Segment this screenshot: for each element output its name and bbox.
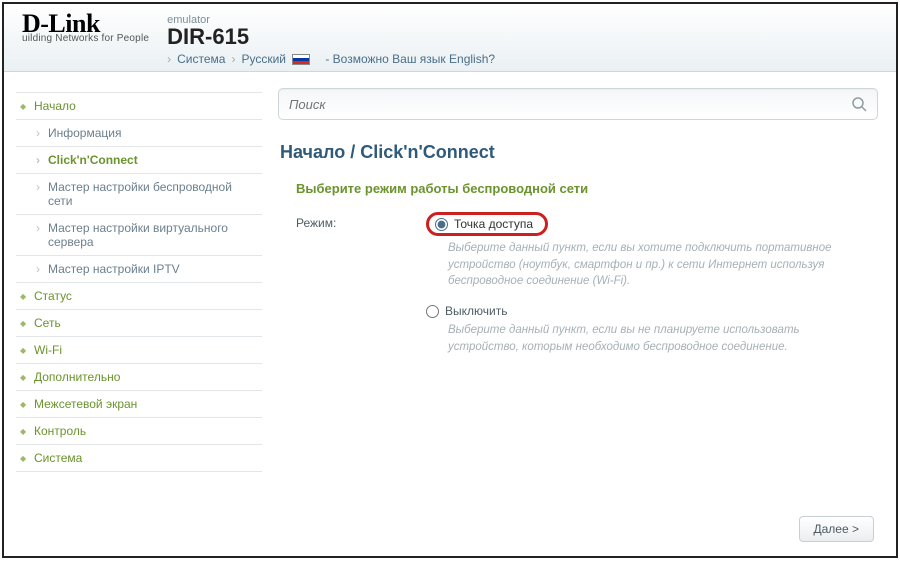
nav-menu: Начало Информация Click'n'Connect Мастер…: [16, 92, 262, 472]
sidebar-item-firewall[interactable]: Межсетевой экран: [16, 391, 262, 418]
radio-access-point[interactable]: [435, 218, 448, 231]
chevron-icon: ›: [231, 52, 235, 66]
sidebar-item-status[interactable]: Статус: [16, 283, 262, 310]
option-description: Выберите данный пункт, если вы хотите по…: [448, 240, 858, 290]
sidebar-item-vserver-wizard[interactable]: Мастер настройки виртуального сервера: [16, 215, 262, 256]
next-button[interactable]: Далее >: [799, 516, 875, 542]
model-name: DIR-615: [167, 24, 495, 50]
sidebar: Начало Информация Click'n'Connect Мастер…: [4, 78, 272, 556]
highlight-callout: Точка доступа: [426, 212, 548, 236]
logo-block: D-Link uilding Networks for People: [22, 12, 149, 44]
sidebar-item-wifi[interactable]: Wi-Fi: [16, 337, 262, 364]
breadcrumb: Начало / Click'n'Connect: [280, 142, 878, 163]
option-access-point: Точка доступа Выберите данный пункт, есл…: [426, 212, 878, 290]
content-area: Начало / Click'n'Connect Выберите режим …: [272, 78, 896, 556]
mode-label: Режим:: [296, 212, 426, 230]
sidebar-item-iptv-wizard[interactable]: Мастер настройки IPTV: [16, 256, 262, 283]
sidebar-item-advanced[interactable]: Дополнительно: [16, 364, 262, 391]
sidebar-item-network[interactable]: Сеть: [16, 310, 262, 337]
flag-ru-icon: [292, 54, 310, 65]
section-title: Выберите режим работы беспроводной сети: [296, 181, 878, 196]
option-disable: Выключить Выберите данный пункт, если вы…: [426, 304, 878, 355]
option-label[interactable]: Точка доступа: [454, 217, 533, 231]
sidebar-item-control[interactable]: Контроль: [16, 418, 262, 445]
search-field[interactable]: [278, 88, 878, 120]
chevron-icon: ›: [167, 52, 171, 66]
brand-logo: D-Link: [22, 12, 149, 35]
sidebar-item-system[interactable]: Система: [16, 445, 262, 472]
search-input[interactable]: [289, 97, 851, 112]
language-suggestion[interactable]: - Возможно Ваш язык English?: [325, 52, 495, 66]
option-description: Выберите данный пункт, если вы не планир…: [448, 322, 858, 355]
header: D-Link uilding Networks for People emula…: [4, 4, 896, 72]
radio-disable[interactable]: [426, 305, 439, 318]
crumb-system[interactable]: Система: [177, 52, 225, 66]
sidebar-item-wifi-wizard[interactable]: Мастер настройки беспроводной сети: [16, 174, 262, 215]
sidebar-item-clicknconnect[interactable]: Click'n'Connect: [16, 147, 262, 174]
search-icon: [851, 96, 867, 112]
option-label[interactable]: Выключить: [445, 304, 507, 318]
header-crumbs: › Система › Русский - Возможно Ваш язык …: [167, 52, 495, 66]
brand-tagline: uilding Networks for People: [22, 33, 149, 44]
crumb-language[interactable]: Русский: [241, 52, 286, 66]
sidebar-item-start[interactable]: Начало: [16, 93, 262, 120]
sidebar-item-info[interactable]: Информация: [16, 120, 262, 147]
